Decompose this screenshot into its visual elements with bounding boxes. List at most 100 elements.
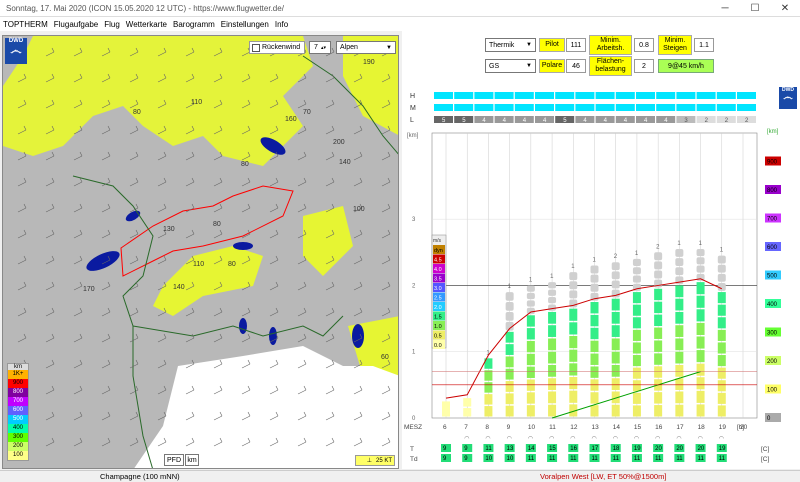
right-tick: 200	[767, 359, 778, 365]
minarb-input[interactable]: 0.8	[634, 38, 654, 52]
temp-value: 11	[485, 446, 492, 452]
polare-input[interactable]: 46	[566, 59, 586, 73]
region-select[interactable]: Alpen ▼	[336, 41, 396, 54]
weather-map[interactable]: 190 160 110 70 80 200 140 100 130 110 80…	[2, 35, 399, 469]
cloud-layer-cell	[474, 104, 494, 111]
cloud-layer-cell	[575, 104, 595, 111]
wind-barb-flag	[79, 437, 83, 443]
menu-flug[interactable]: Flug	[104, 20, 120, 29]
thermal-bar-segment	[526, 340, 535, 353]
right-tick: 700	[767, 217, 778, 223]
hour-unit: [h]	[737, 424, 744, 431]
mode-select[interactable]: Thermik ▼	[485, 38, 536, 52]
window-title: Sonntag, 17. Mai 2020 (ICON 15.05.2020 1…	[6, 3, 284, 13]
weather-icon: ◠	[485, 436, 490, 442]
thermal-bar-segment	[569, 390, 578, 403]
flaechen-input[interactable]: 2	[634, 59, 654, 73]
wind-barb	[325, 103, 335, 109]
glider-type-select[interactable]: GS ▼	[485, 59, 536, 73]
contour-label: 110	[193, 261, 204, 268]
wind-barb-flag	[331, 177, 335, 183]
wind-barb	[213, 181, 223, 187]
cloud-segment	[611, 262, 620, 271]
cloud-segment	[569, 272, 578, 281]
cloud-segment	[548, 304, 557, 311]
menu-wetterkarte[interactable]: Wetterkarte	[126, 20, 167, 29]
minsteig-input[interactable]: 1.1	[694, 38, 714, 52]
wind-barb-flag	[359, 281, 363, 287]
hour-label: 14	[613, 424, 621, 431]
wind-barb-flag	[51, 411, 55, 417]
minimize-button[interactable]: ─	[710, 0, 740, 17]
ms-scale-value: 1.0	[434, 324, 442, 330]
thermal-bar-segment	[696, 377, 705, 390]
thermal-bar-segment	[590, 314, 599, 327]
x-axis-label: MESZ	[404, 424, 422, 431]
thermal-bar-segment	[590, 302, 599, 314]
thermal-bar-segment	[632, 405, 641, 417]
tailwind-checkbox[interactable]	[252, 43, 260, 52]
cloud-segment	[632, 267, 641, 275]
thermal-bar-segment	[632, 292, 641, 304]
menu-info[interactable]: Info	[275, 20, 288, 29]
thermal-bar-segment	[505, 331, 514, 343]
chevron-down-icon[interactable]: ▼	[386, 45, 392, 51]
wind-barb	[381, 207, 391, 213]
legend-level: 300	[8, 433, 28, 442]
weather-icon: ◠	[528, 436, 533, 442]
thermal-bar-segment	[569, 363, 578, 376]
km-button[interactable]: km	[185, 454, 199, 466]
thermal-bar-segment	[675, 311, 684, 324]
thermal-bar-segment	[717, 304, 726, 316]
cloud-layer-cell	[434, 104, 453, 111]
menu-flugaufgabe[interactable]: Flugaufgabe	[54, 20, 98, 29]
map-canvas[interactable]: 190 160 110 70 80 200 140 100 130 110 80…	[3, 36, 399, 469]
tailwind-spinner[interactable]: 7 ▴▾	[309, 41, 331, 54]
tailwind-checkbox-group[interactable]: Rückenwind	[249, 41, 305, 54]
wind-barb	[353, 155, 363, 161]
hour-label: 8	[485, 424, 489, 431]
cloud-layer-cell	[615, 92, 635, 99]
thermal-bar-segment	[632, 355, 641, 367]
wind-barb	[297, 129, 307, 135]
maximize-button[interactable]: ☐	[740, 0, 770, 17]
thermal-bar-segment	[590, 353, 599, 365]
right-tick: 800	[767, 188, 778, 194]
wind-barb	[325, 155, 335, 161]
menu-toptherm[interactable]: TOPTHERM	[3, 20, 48, 29]
wind-barb	[213, 233, 223, 239]
dew-value: 11	[698, 456, 705, 462]
pilot-input[interactable]: 111	[566, 38, 586, 52]
right-tick: 900	[767, 160, 778, 166]
cloud-segment	[505, 292, 514, 301]
right-tick: 600	[767, 245, 778, 251]
thermal-bar-segment	[675, 338, 684, 351]
thermal-bar-segment	[505, 344, 514, 355]
wind-barb	[325, 337, 335, 343]
close-button[interactable]: ✕	[770, 0, 800, 17]
wind-barb	[45, 389, 55, 395]
cloud-segment	[569, 281, 578, 290]
wind-barb-flag	[79, 411, 83, 417]
wind-barb-flag	[331, 47, 335, 53]
pfd-button[interactable]: PFD	[164, 454, 184, 466]
wind-barb-flag	[107, 333, 111, 339]
wind-barb-flag	[23, 307, 27, 313]
hour-label: 19	[719, 424, 727, 431]
weather-icon: ◠	[613, 436, 618, 442]
wind-barb	[297, 285, 307, 291]
weather-icon: ◠	[634, 436, 639, 442]
menu-einstellungen[interactable]: Einstellungen	[221, 20, 269, 29]
chevron-down-icon[interactable]: ▼	[526, 42, 532, 48]
minarb-label-text: Minim. Arbeitsh.	[596, 37, 625, 52]
hour-label: 18	[698, 424, 706, 431]
spinner-arrows-icon[interactable]: ▴▾	[321, 45, 326, 51]
wind-barb-flag	[331, 151, 335, 157]
menu-barogramm[interactable]: Barogramm	[173, 20, 215, 29]
wind-barb-flag	[163, 411, 167, 417]
legend-level: 500	[8, 415, 28, 424]
wind-barb	[45, 311, 55, 317]
chevron-down-icon[interactable]: ▼	[526, 63, 532, 69]
thermal-bar-segment	[505, 356, 514, 368]
wind-barb-flag	[23, 333, 27, 339]
